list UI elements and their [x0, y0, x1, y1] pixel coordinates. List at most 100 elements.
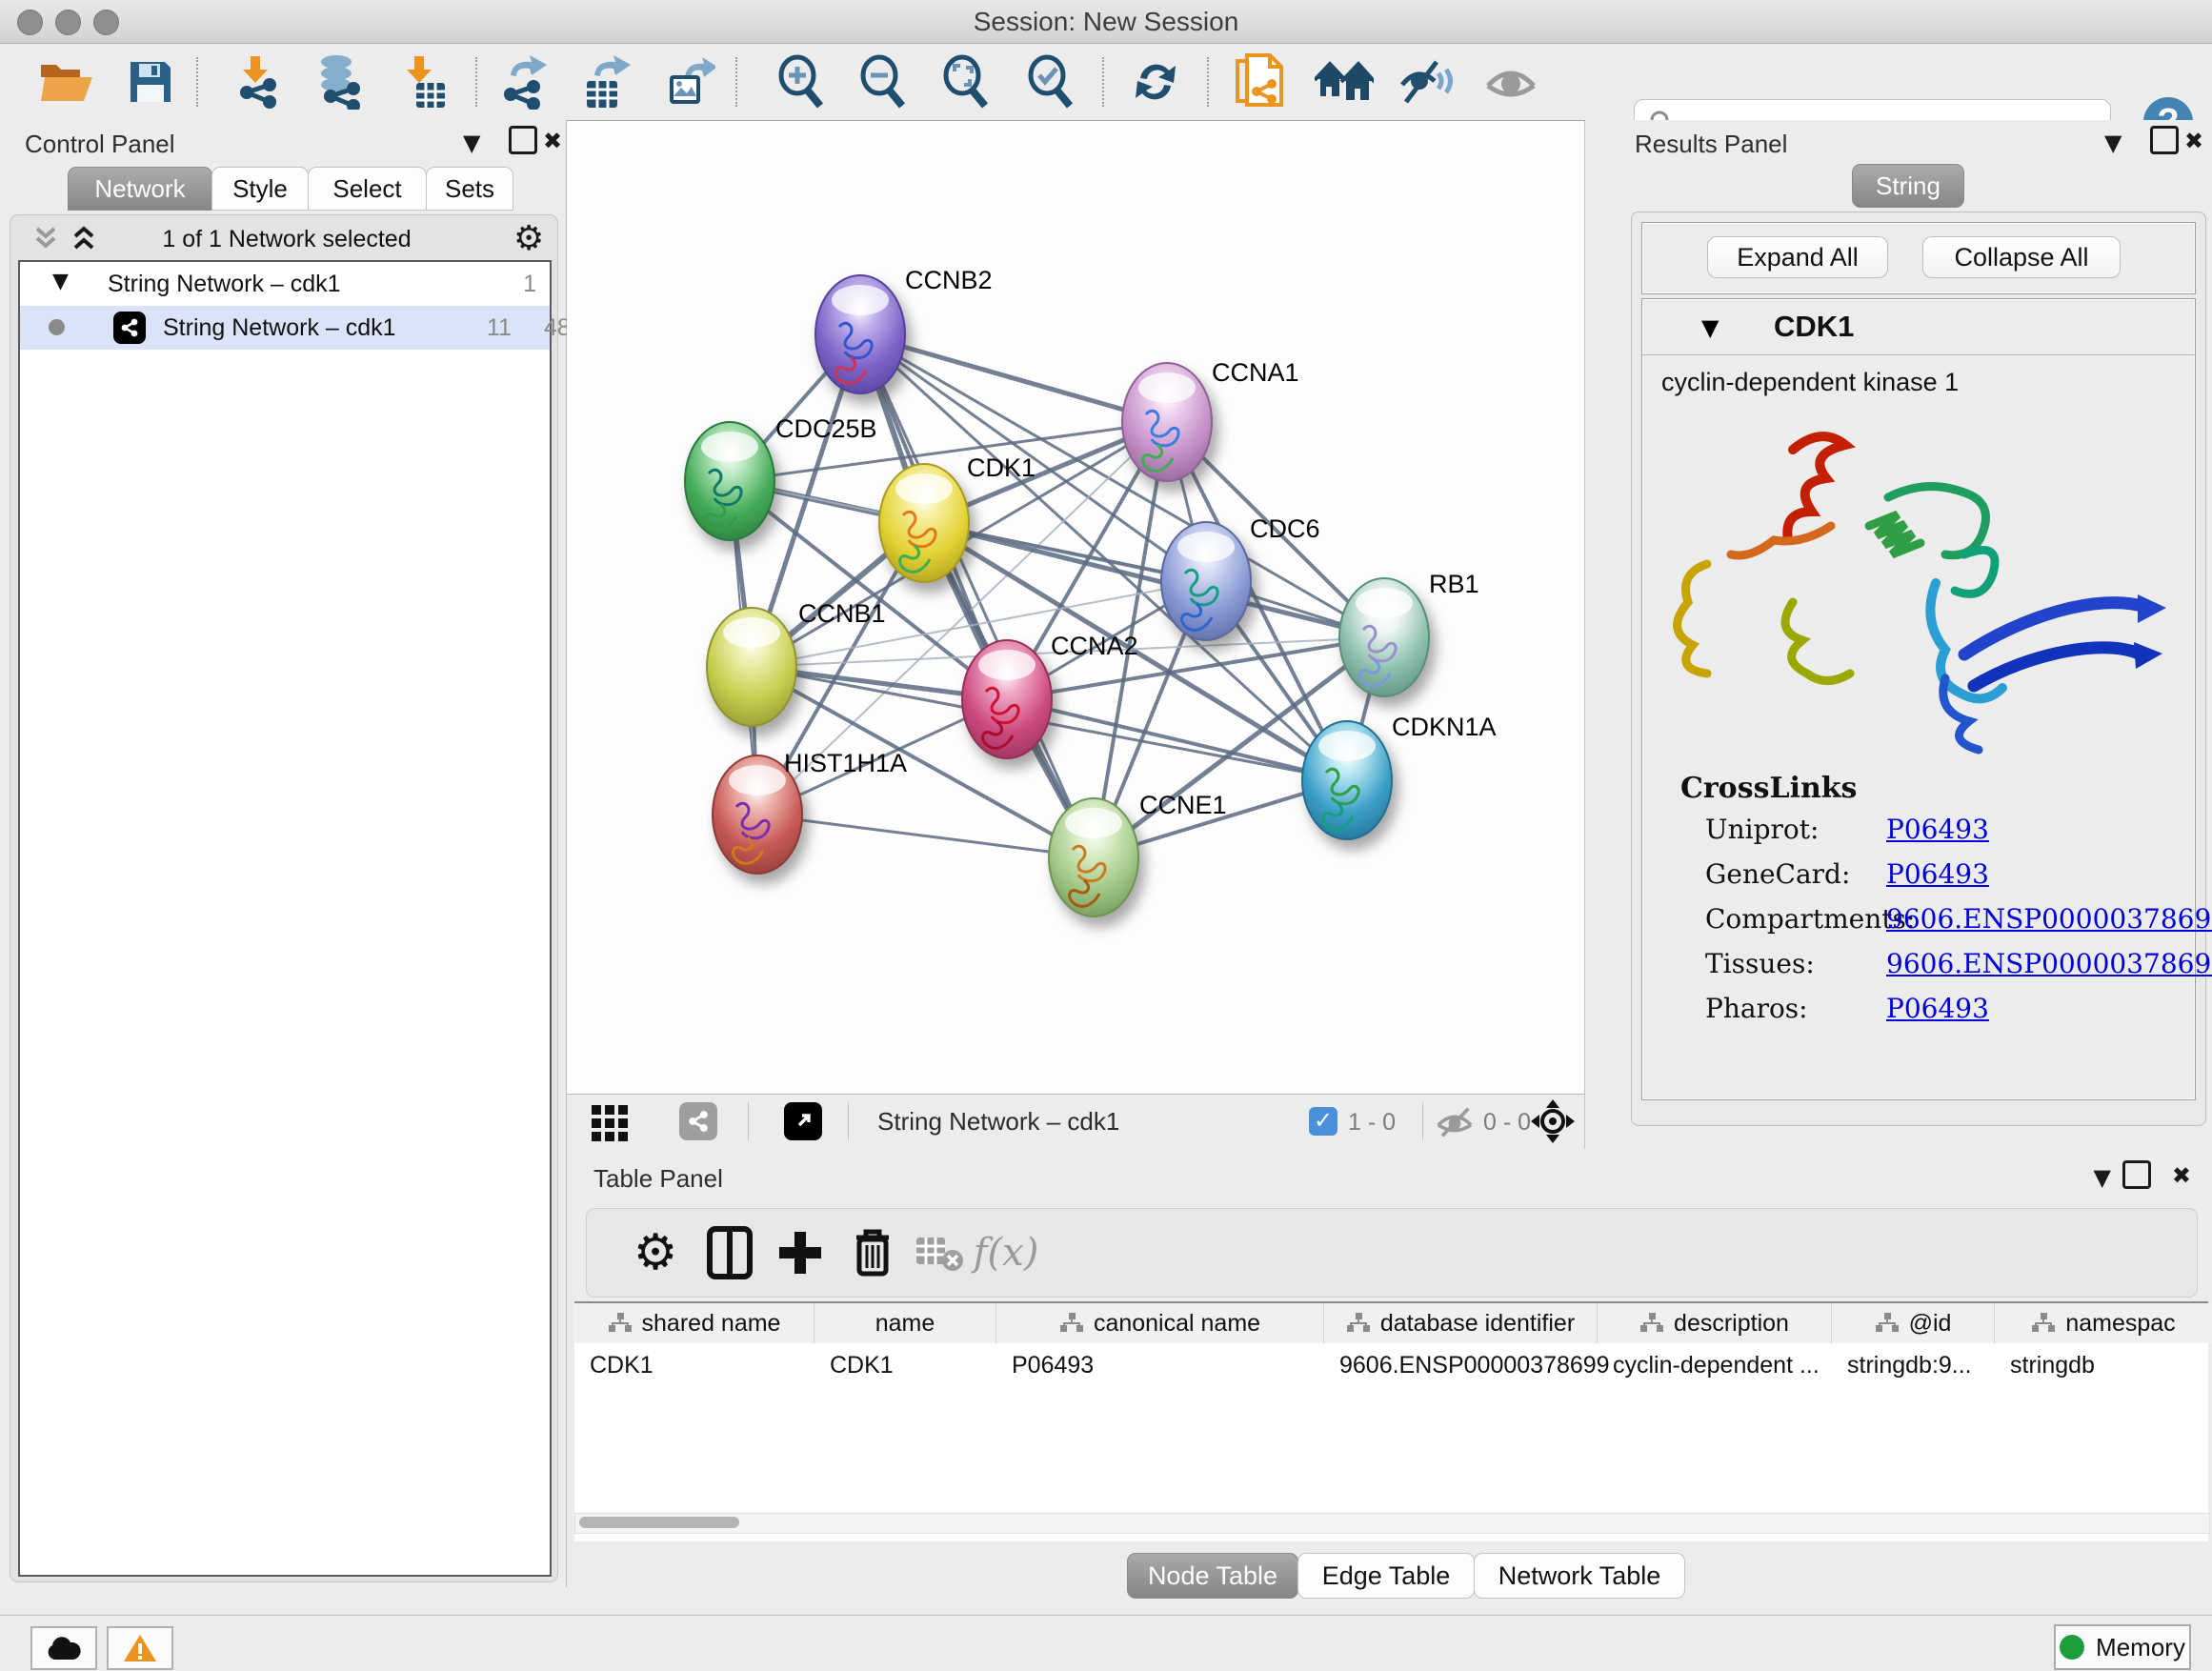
open-session-button[interactable] [36, 53, 97, 111]
grid-view-icon[interactable] [590, 1101, 632, 1143]
network-node-cdkn1a[interactable] [1302, 721, 1392, 839]
tab-node-table[interactable]: Node Table [1127, 1553, 1298, 1599]
protein-card-header[interactable]: ▼ CDK1 [1642, 299, 2195, 355]
tab-network[interactable]: Network [68, 167, 212, 211]
warning-status-button[interactable] [107, 1626, 173, 1670]
network-edge[interactable] [860, 334, 1094, 857]
collapse-protein-icon[interactable]: ▼ [1701, 314, 1719, 341]
crosslink-value-link[interactable]: P06493 [1886, 814, 1989, 845]
table-cell[interactable]: 9606.ENSP00000378699 [1324, 1345, 1612, 1385]
show-structure-images-icon[interactable] [1480, 53, 1541, 111]
scrollbar-thumb[interactable] [579, 1517, 739, 1528]
crosslinks-title: CrossLinks [1680, 772, 1857, 805]
string-copy-network-button[interactable] [1229, 53, 1290, 111]
tab-sets[interactable]: Sets [426, 167, 513, 211]
detach-view-icon[interactable] [784, 1102, 822, 1140]
network-node-ccna1[interactable] [1122, 363, 1212, 481]
network-node-ccne1[interactable] [1049, 798, 1138, 916]
tab-select[interactable]: Select [308, 167, 427, 211]
column-header-label: description [1674, 1310, 1789, 1338]
column-header-label: @id [1909, 1310, 1952, 1338]
zoom-selected-button[interactable] [1019, 53, 1080, 111]
network-node-rb1[interactable] [1339, 578, 1429, 696]
table-panel-collapse-icon[interactable]: ▼ [2094, 1164, 2111, 1191]
tab-network-table[interactable]: Network Table [1474, 1553, 1685, 1599]
zoom-out-button[interactable] [852, 53, 913, 111]
toolbar-separator [1207, 57, 1209, 107]
collapse-all-networks-icon[interactable] [31, 225, 60, 253]
add-column-icon[interactable] [770, 1222, 831, 1283]
network-view-icon[interactable] [679, 1102, 717, 1140]
zoom-fit-button[interactable] [935, 53, 995, 111]
main-toolbar: ? [0, 44, 2212, 121]
crosslink-value-link[interactable]: 9606.ENSP00000378699 [1886, 948, 2212, 979]
show-columns-icon[interactable] [699, 1222, 760, 1283]
column-header--id[interactable]: @id [1832, 1303, 1995, 1343]
column-header-namespac[interactable]: namespac [1995, 1303, 2212, 1343]
network-node-ccnb2[interactable] [815, 275, 905, 393]
crosslink-value-link[interactable]: 9606.ENSP00000378699 [1886, 903, 2212, 935]
import-network-from-database-button[interactable] [308, 53, 369, 111]
table-panel-close-icon[interactable]: ✖ [2172, 1162, 2191, 1189]
memory-button[interactable]: Memory [2054, 1624, 2191, 1670]
control-panel-collapse-icon[interactable]: ▼ [463, 130, 480, 156]
network-node-cdk1[interactable] [879, 464, 969, 582]
hidden-eye-slash-icon[interactable] [1436, 1106, 1474, 1138]
column-header-name[interactable]: name [814, 1303, 996, 1343]
table-cell[interactable]: stringdb [1995, 1345, 2212, 1385]
results-panel-float-icon[interactable] [2150, 126, 2179, 154]
delete-table-icon[interactable] [909, 1222, 970, 1283]
network-tree-child-row[interactable]: String Network – cdk1 11 48 [20, 306, 550, 350]
crosslink-value-link[interactable]: P06493 [1886, 993, 1989, 1024]
table-cell[interactable]: P06493 [996, 1345, 1338, 1385]
network-list-options-gear-icon[interactable]: ⚙ [513, 219, 544, 258]
crosslink-value-link[interactable]: P06493 [1886, 858, 1989, 890]
network-edge[interactable] [757, 815, 1094, 857]
selected-checkbox-icon[interactable]: ✓ [1309, 1107, 1337, 1136]
table-cell[interactable]: CDK1 [814, 1345, 1011, 1385]
string-home-button[interactable] [1314, 53, 1375, 111]
export-image-button[interactable] [659, 53, 720, 111]
separator [748, 1102, 749, 1140]
network-canvas[interactable]: CCNB2CCNA1CDC25BCDK1CDC6RB1CCNB1CCNA2CDK… [567, 121, 1585, 1094]
refresh-button[interactable] [1125, 53, 1186, 111]
tab-edge-table[interactable]: Edge Table [1297, 1553, 1475, 1599]
table-cell[interactable]: cyclin-dependent ... [1598, 1345, 1846, 1385]
table-cell[interactable]: stringdb:9... [1832, 1345, 2009, 1385]
column-header-description[interactable]: description [1598, 1303, 1832, 1343]
network-node-cdc25b[interactable] [685, 422, 774, 540]
import-table-button[interactable] [392, 53, 453, 111]
network-node-cdc6[interactable] [1161, 522, 1251, 640]
column-header-shared-name[interactable]: shared name [574, 1303, 814, 1343]
function-builder-icon[interactable]: f(x) [975, 1222, 1036, 1283]
table-options-gear-icon[interactable]: ⚙ [625, 1222, 686, 1283]
table-cell[interactable]: CDK1 [574, 1345, 829, 1385]
collapse-all-button[interactable]: Collapse All [1922, 236, 2121, 278]
column-header-database-identifier[interactable]: database identifier [1324, 1303, 1598, 1343]
save-session-button[interactable] [120, 53, 181, 111]
import-network-button[interactable] [227, 53, 288, 111]
table-horizontal-scrollbar[interactable] [574, 1513, 2210, 1534]
zoom-in-button[interactable] [770, 53, 831, 111]
control-panel-close-icon[interactable]: ✖ [543, 128, 562, 154]
network-node-ccnb1[interactable] [707, 608, 796, 726]
birds-eye-toggle-icon[interactable] [1531, 1099, 1575, 1143]
enable-glass-ball-effect-icon[interactable] [1396, 53, 1457, 111]
network-node-ccna2[interactable] [962, 640, 1052, 758]
delete-column-icon[interactable] [842, 1222, 903, 1283]
export-table-button[interactable] [574, 53, 635, 111]
expand-all-networks-icon[interactable] [70, 225, 98, 253]
tab-string[interactable]: String [1852, 164, 1964, 208]
network-tree-root-row[interactable]: ▼ String Network – cdk1 1 [20, 262, 550, 306]
tree-expander-icon[interactable]: ▼ [52, 270, 69, 293]
column-header-canonical-name[interactable]: canonical name [996, 1303, 1324, 1343]
export-network-button[interactable] [493, 53, 553, 111]
control-panel-float-icon[interactable] [509, 126, 537, 154]
tab-style[interactable]: Style [211, 167, 309, 211]
table-panel-float-icon[interactable] [2122, 1160, 2151, 1189]
results-panel-close-icon[interactable]: ✖ [2184, 128, 2203, 154]
results-panel-collapse-icon[interactable]: ▼ [2104, 130, 2122, 156]
expand-all-button[interactable]: Expand All [1707, 236, 1888, 278]
cloud-status-button[interactable] [30, 1626, 97, 1670]
node-table[interactable]: shared namenamecanonical namedatabase id… [574, 1301, 2208, 1541]
